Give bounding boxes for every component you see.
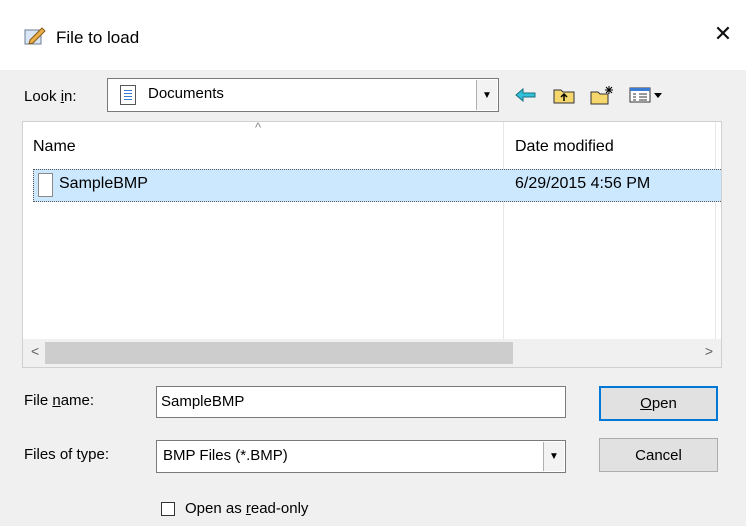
look-in-label: Look in:: [24, 88, 77, 105]
view-menu-button[interactable]: [628, 82, 666, 108]
column-divider: [715, 122, 716, 339]
scroll-thumb[interactable]: [45, 342, 513, 364]
chevron-down-icon: ▼: [482, 89, 492, 101]
window-title: File to load: [56, 28, 140, 47]
file-name-label: File name:: [24, 392, 95, 409]
new-folder-button[interactable]: [588, 82, 616, 108]
file-name-cell: SampleBMP: [59, 175, 148, 192]
app-icon: [24, 26, 46, 46]
sort-ascending-icon: ^: [255, 121, 262, 135]
column-header-name[interactable]: Name: [33, 122, 76, 160]
read-only-label[interactable]: Open as read-only: [185, 500, 308, 517]
scroll-right-icon[interactable]: >: [705, 343, 713, 359]
files-of-type-label: Files of type:: [24, 446, 110, 463]
up-folder-button[interactable]: [550, 82, 578, 108]
close-button[interactable]: ✕: [700, 14, 746, 54]
look-in-combo[interactable]: Documents ▼: [107, 78, 499, 112]
back-button[interactable]: [512, 82, 540, 108]
back-arrow-icon: [515, 87, 536, 103]
look-in-dropdown-button[interactable]: ▼: [476, 80, 497, 110]
scroll-left-icon[interactable]: <: [31, 343, 39, 359]
new-folder-icon: [590, 86, 613, 105]
read-only-checkbox[interactable]: [161, 502, 175, 516]
view-menu-icon: [629, 87, 662, 103]
files-of-type-dropdown-button[interactable]: ▼: [543, 442, 564, 471]
up-folder-icon: [553, 89, 575, 104]
close-icon: ✕: [713, 21, 733, 46]
file-name-input[interactable]: SampleBMP: [156, 386, 566, 418]
files-of-type-value: BMP Files (*.BMP): [163, 447, 288, 464]
column-header-date-modified[interactable]: Date modified: [515, 122, 614, 160]
chevron-down-icon: ▼: [549, 451, 559, 462]
documents-folder-icon: [120, 85, 136, 105]
file-date-cell: 6/29/2015 4:56 PM: [515, 175, 651, 192]
file-icon: [38, 173, 53, 197]
files-of-type-combo[interactable]: BMP Files (*.BMP) ▼: [156, 440, 566, 473]
horizontal-scrollbar[interactable]: < >: [23, 339, 721, 367]
cancel-button[interactable]: Cancel: [599, 438, 718, 472]
file-dialog: File to load ✕ Look in: Documents ▼ ^ Na…: [0, 0, 746, 526]
title-bar: File to load ✕: [0, 0, 746, 70]
file-row[interactable]: SampleBMP 6/29/2015 4:56 PM BI: [33, 169, 721, 202]
look-in-value: Documents: [148, 85, 224, 102]
column-divider: [503, 122, 504, 339]
file-list[interactable]: ^ Name Date modified Ty SampleBMP 6/29/2…: [22, 121, 722, 368]
open-button[interactable]: Open: [599, 386, 718, 421]
